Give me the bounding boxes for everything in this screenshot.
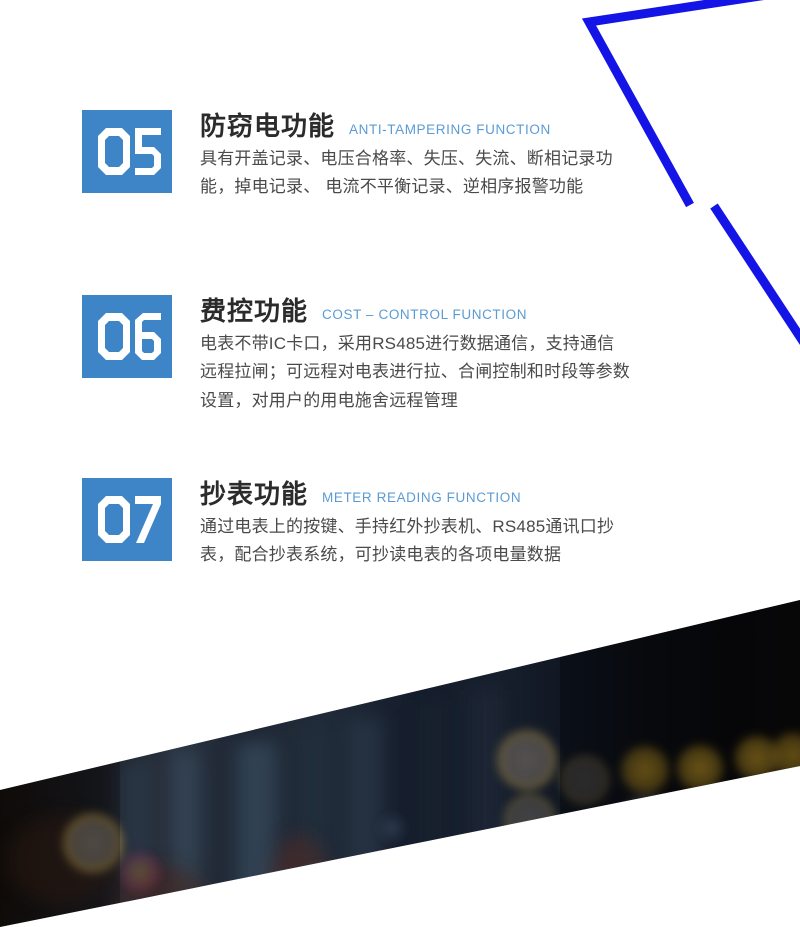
feature-text-07: 抄表功能 METER READING FUNCTION 通过电表上的按键、手持红… xyxy=(200,478,614,570)
page-root: 防窃电功能 ANTI-TAMPERING FUNCTION 具有开盖记录、电压合… xyxy=(0,0,800,927)
feature-block-05: 防窃电功能 ANTI-TAMPERING FUNCTION 具有开盖记录、电压合… xyxy=(82,110,613,202)
number-badge-06 xyxy=(82,295,172,378)
feature-block-07: 抄表功能 METER READING FUNCTION 通过电表上的按键、手持红… xyxy=(82,478,614,570)
feature-text-06: 费控功能 COST – CONTROL FUNCTION 电表不带IC卡口，采用… xyxy=(200,295,630,415)
feature-title-cn-05: 防窃电功能 xyxy=(200,111,336,141)
feature-title-row-07: 抄表功能 METER READING FUNCTION xyxy=(200,480,614,509)
number-badge-07 xyxy=(82,478,172,561)
feature-title-row-06: 费控功能 COST – CONTROL FUNCTION xyxy=(200,297,630,326)
number-glyph-05 xyxy=(98,128,161,175)
feature-description-06: 电表不带IC卡口，采用RS485进行数据通信，支持通信 远程拉闸；可远程对电表进… xyxy=(200,333,630,410)
number-glyph-06 xyxy=(98,313,161,360)
number-glyph-07 xyxy=(98,496,161,543)
feature-description-05: 具有开盖记录、电压合格率、失压、失流、断相记录功 能，掉电记录、 电流不平衡记录… xyxy=(200,148,613,197)
feature-title-en-05: ANTI-TAMPERING FUNCTION xyxy=(349,122,551,137)
feature-title-en-06: COST – CONTROL FUNCTION xyxy=(322,307,528,322)
feature-text-05: 防窃电功能 ANTI-TAMPERING FUNCTION 具有开盖记录、电压合… xyxy=(200,110,613,202)
feature-title-en-07: METER READING FUNCTION xyxy=(322,490,522,505)
feature-description-07: 通过电表上的按键、手持红外抄表机、RS485通讯口抄 表，配合抄表系统，可抄读电… xyxy=(200,516,615,565)
number-badge-05 xyxy=(82,110,172,193)
feature-block-06: 费控功能 COST – CONTROL FUNCTION 电表不带IC卡口，采用… xyxy=(82,295,630,415)
feature-title-cn-07: 抄表功能 xyxy=(200,479,309,509)
feature-title-row-05: 防窃电功能 ANTI-TAMPERING FUNCTION xyxy=(200,112,613,141)
feature-title-cn-06: 费控功能 xyxy=(200,296,309,326)
